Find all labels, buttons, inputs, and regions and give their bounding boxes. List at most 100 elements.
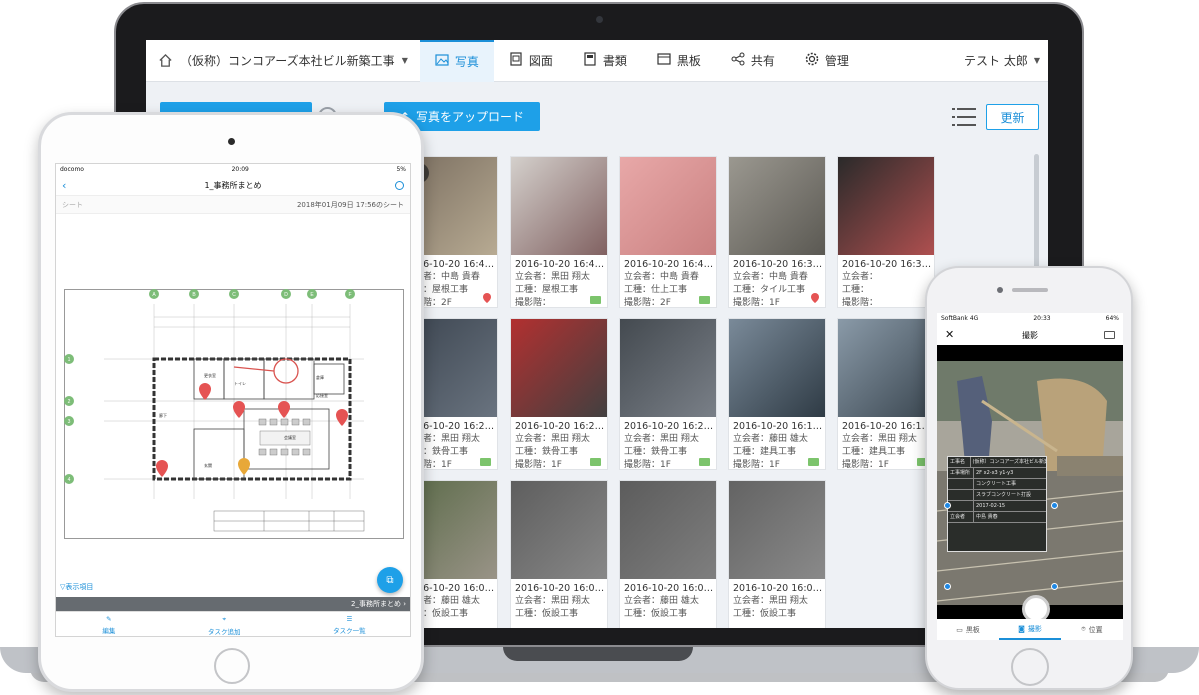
tab-task-list[interactable]: ☰ タスク一覧 [333, 615, 366, 635]
home-icon[interactable] [158, 53, 173, 68]
photo-meta: 2016-10-20 16:0…立会者：藤田 雄太工種：仮設工事 [620, 579, 716, 621]
digital-blackboard[interactable]: 工事名(仮称）コンコアーズ本社ビル新築工事工事場所2F x2-x3 y1-y3 コ… [947, 456, 1047, 552]
photo-thumbnail [729, 481, 825, 579]
layers-fab-button[interactable]: ⧉ [377, 567, 403, 593]
blackboard-key [948, 501, 974, 511]
photo-thumbnail [620, 157, 716, 255]
photo-card[interactable]: 2016-10-20 16:2…立会者：黒田 翔太工種：鉄骨工事撮影階：1F [510, 318, 608, 470]
witness-value: 中島 貴春 [769, 272, 808, 282]
project-selector[interactable]: （仮称）コンコアーズ本社ビル新築工事 ▼ [146, 40, 420, 82]
tab-camera[interactable]: ◙ 撮影 [999, 619, 1061, 640]
grid-axis-label: 4 [68, 477, 71, 483]
chevron-down-icon: ▼ [1033, 56, 1040, 65]
photo-card[interactable]: 2016-10-20 16:0…立会者：黒田 翔太工種：仮設工事 [510, 480, 608, 628]
drawing-title: 1_事務所まとめ [204, 181, 262, 190]
tab-blackboard[interactable]: 黒板 [642, 40, 716, 82]
clock: 20:09 [231, 166, 249, 173]
grid-axis-label: F [348, 292, 351, 298]
tab-gear[interactable]: 管理 [790, 40, 864, 82]
photo-date: 2016-10-20 16:2… [515, 421, 605, 432]
tab-add-task[interactable]: ⌖ タスク追加 [208, 615, 241, 636]
room-label: 更衣室 [204, 372, 216, 378]
photo-thumbnail [838, 319, 934, 417]
work-value: 建具工事 [760, 447, 797, 457]
tab-photo[interactable]: 写真 [419, 40, 494, 82]
photo-card[interactable]: 2016-10-20 16:3… 立会者： 工種： 撮影階： [837, 156, 935, 308]
switch-camera-icon[interactable] [1104, 331, 1115, 339]
photo-date: 2016-10-20 16:4… [624, 259, 714, 270]
work-label: 工種： [515, 609, 543, 619]
photo-date: 2016-10-20 16:0… [515, 583, 605, 594]
blackboard-attached-icon [699, 458, 710, 466]
witness-label: 立会者： [624, 434, 661, 444]
floor-plan-drawing[interactable]: A B C D E F1234 更衣室トイレ応接室廊下会議室倉庫玄関 [64, 289, 404, 539]
witness-value: 中島 貴春 [441, 272, 480, 282]
tablet-home-button[interactable] [214, 648, 250, 684]
refresh-button[interactable]: 更新 [986, 104, 1039, 130]
blackboard-attached-icon [808, 458, 819, 466]
tab-blackboard[interactable]: ▭ 黒板 [937, 619, 999, 640]
witness-value: 黒田 翔太 [769, 596, 808, 606]
floor-label: 撮影階： [515, 460, 552, 470]
work-value: 鉄骨工事 [432, 447, 469, 457]
resize-handle[interactable] [1051, 502, 1058, 509]
resize-handle[interactable] [944, 502, 951, 509]
clock: 20:33 [1033, 315, 1051, 322]
blackboard-row: 工事名(仮称）コンコアーズ本社ビル新築工事 [948, 457, 1046, 468]
photo-witness: 立会者：中島 貴春 [624, 271, 712, 284]
next-sheet-bar[interactable]: 2_事務所まとめ › [56, 597, 410, 611]
photo-card[interactable]: 2016-10-20 16:1… 立会者：藤田 雄太 工種：建具工事 撮影階：1F [728, 318, 826, 470]
blackboard-key [948, 479, 974, 489]
resize-handle[interactable] [1051, 583, 1058, 590]
photo-thumbnail [511, 319, 607, 417]
user-menu[interactable]: テスト 太郎 ▼ [964, 52, 1048, 69]
tab-location[interactable]: ⌾ 位置 [1061, 619, 1123, 640]
photo-card[interactable]: 2016-10-20 16:4… 立会者：中島 貴春 工種：仕上工事 撮影階：2F [619, 156, 717, 308]
phone-home-button[interactable] [1011, 648, 1049, 686]
floor-value: 1F [878, 460, 889, 470]
floor-value: 2F [660, 298, 671, 308]
blackboard-icon: ▭ [956, 625, 963, 634]
resize-handle[interactable] [944, 583, 951, 590]
work-value: 屋根工事 [542, 285, 579, 295]
tablet-camera [228, 138, 235, 145]
photo-date: 2016-10-20 16:0… [733, 583, 823, 594]
witness-value: 中島 貴春 [660, 272, 699, 282]
tab-share[interactable]: 共有 [716, 40, 790, 82]
work-label: 工種： [842, 285, 870, 295]
photo-thumbnail [838, 157, 934, 255]
camera-icon: ◙ [1018, 624, 1025, 633]
location-pin-icon [811, 293, 819, 303]
floor-label: 撮影階： [624, 460, 661, 470]
photo-card[interactable]: 2016-10-20 16:0…立会者：黒田 翔太工種：仮設工事 [728, 480, 826, 628]
photo-card[interactable]: 2016-10-20 16:2…立会者：黒田 翔太工種：鉄骨工事撮影階：1F [619, 318, 717, 470]
witness-label: 立会者： [733, 434, 770, 444]
witness-label: 立会者： [842, 434, 879, 444]
blackboard-key: 立会者 [948, 512, 974, 522]
photo-work-type: 工種：仮設工事 [515, 608, 603, 621]
tab-edit[interactable]: ✎ 編集 [102, 615, 115, 635]
back-chevron-icon[interactable]: ‹ [62, 179, 66, 192]
photo-thumbnail [620, 319, 716, 417]
witness-value: 黒田 翔太 [441, 434, 480, 444]
photo-work-type: 工種：仮設工事 [733, 608, 821, 621]
blackboard-value: スラブコンクリート打設 [976, 492, 1032, 498]
history-icon[interactable] [395, 181, 404, 190]
photo-witness: 立会者： [842, 271, 930, 284]
tab-document[interactable]: 書類 [568, 40, 642, 82]
phone-nav-bar: ✕ 撮影 [937, 325, 1123, 345]
work-value: 仕上工事 [651, 285, 688, 295]
blackboard-row: 2017-02-15 [948, 501, 1046, 512]
close-icon[interactable]: ✕ [945, 328, 954, 341]
photo-card[interactable]: 2016-10-20 16:3… 立会者：中島 貴春 工種：タイル工事 撮影階：1F [728, 156, 826, 308]
list-view-icon[interactable] [952, 106, 976, 128]
display-filter-link[interactable]: ▽表示項目 [60, 582, 93, 592]
tab-edit-label: 編集 [102, 627, 116, 635]
tab-label: 管理 [824, 54, 849, 68]
photo-card[interactable]: 2016-10-20 16:0…立会者：藤田 雄太工種：仮設工事 [619, 480, 717, 628]
tab-drawing[interactable]: 図面 [494, 40, 568, 82]
photo-witness: 立会者：黒田 翔太 [515, 271, 603, 284]
photo-card[interactable]: 2016-10-20 16:1… 立会者：黒田 翔太 工種：建具工事 撮影階：1F [837, 318, 935, 470]
sheet-row[interactable]: シート 2018年01月09日 17:56のシート [56, 196, 410, 214]
photo-card[interactable]: 2016-10-20 16:4… 立会者：黒田 翔太 工種：屋根工事 撮影階： [510, 156, 608, 308]
